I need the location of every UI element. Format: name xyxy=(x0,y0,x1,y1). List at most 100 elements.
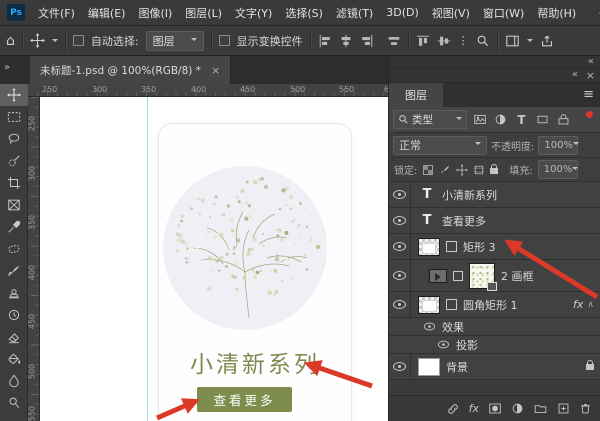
delete-layer-icon[interactable] xyxy=(579,402,592,415)
layer-row-frame[interactable]: 2 画框 xyxy=(389,260,600,292)
clone-stamp-tool[interactable] xyxy=(0,282,28,304)
layer-row-rect3[interactable]: 矩形 3 xyxy=(389,234,600,260)
new-adjustment-layer-icon[interactable] xyxy=(511,402,524,415)
panel-menu-icon[interactable]: ≡ xyxy=(583,87,594,102)
lock-transparent-pixels-icon[interactable] xyxy=(422,164,434,176)
opacity-dropdown[interactable]: 100% xyxy=(538,136,578,155)
link-layers-icon[interactable] xyxy=(446,402,460,416)
menu-help[interactable]: 帮助(H) xyxy=(537,5,576,21)
layer-row-background[interactable]: 背景 xyxy=(389,354,600,380)
panel-close-icon[interactable]: × xyxy=(586,69,595,82)
search-icon[interactable] xyxy=(476,34,490,48)
lock-position-icon[interactable] xyxy=(456,164,468,176)
eyedropper-tool[interactable] xyxy=(0,216,28,238)
menu-select[interactable]: 选择(S) xyxy=(285,5,323,21)
lock-all-icon[interactable] xyxy=(490,165,498,174)
auto-select-target-dropdown[interactable]: 图层 xyxy=(146,31,204,51)
move-tool-icon[interactable] xyxy=(30,33,45,48)
align-right-icon[interactable] xyxy=(360,34,374,48)
layer-row-text-2[interactable]: T 查看更多 xyxy=(389,208,600,234)
tab-close-icon[interactable]: × xyxy=(211,64,220,77)
move-presets-caret-icon[interactable] xyxy=(52,39,58,45)
layer-style-fx-icon[interactable]: fx xyxy=(469,402,479,415)
history-brush-tool[interactable] xyxy=(0,304,28,326)
align-top-icon[interactable] xyxy=(416,34,430,48)
visibility-toggle[interactable] xyxy=(389,292,411,317)
series-title-text: 小清新系列 xyxy=(158,345,352,379)
add-mask-icon[interactable] xyxy=(488,402,502,415)
layer-thumbnail[interactable] xyxy=(418,238,440,256)
menu-image[interactable]: 图像(I) xyxy=(138,5,172,21)
frame-thumbnail[interactable] xyxy=(429,269,447,283)
share-icon[interactable] xyxy=(540,34,554,48)
filter-toggle-indicator[interactable] xyxy=(586,111,593,118)
align-center-horizontal-icon[interactable] xyxy=(339,34,353,48)
align-middle-vertical-icon[interactable] xyxy=(437,34,451,48)
home-icon[interactable]: ⌂ xyxy=(6,34,15,48)
canvas-area[interactable]: 小清新系列 查看更多 xyxy=(40,97,388,421)
filter-type-dropdown[interactable]: 类型 xyxy=(393,110,467,129)
filter-type-layers-icon[interactable]: T xyxy=(513,113,530,127)
collapse-panels-icon[interactable]: « xyxy=(588,56,594,67)
frame-tool[interactable] xyxy=(0,194,28,216)
filter-smart-objects-icon[interactable] xyxy=(555,113,572,126)
blur-tool[interactable] xyxy=(0,370,28,392)
layer-row-text-1[interactable]: T 小清新系列 xyxy=(389,182,600,208)
menu-type[interactable]: 文字(Y) xyxy=(235,5,272,21)
visibility-toggle[interactable] xyxy=(389,182,411,207)
lasso-tool[interactable] xyxy=(0,128,28,150)
menu-edit[interactable]: 编辑(E) xyxy=(88,5,126,21)
menu-layer[interactable]: 图层(L) xyxy=(185,5,222,21)
blend-mode-dropdown[interactable]: 正常 xyxy=(393,136,487,155)
lock-artboard-icon[interactable] xyxy=(473,164,485,176)
new-group-icon[interactable] xyxy=(533,402,548,415)
layer-thumbnail[interactable] xyxy=(418,296,440,314)
fx-label[interactable]: fx xyxy=(573,298,583,311)
document-tab[interactable]: 未标题-1.psd @ 100%(RGB/8) * × xyxy=(30,56,231,84)
visibility-toggle[interactable] xyxy=(389,234,411,259)
eye-icon[interactable] xyxy=(424,323,435,331)
visibility-toggle[interactable] xyxy=(389,354,411,379)
menu-view[interactable]: 视图(V) xyxy=(432,5,470,21)
tab-layers[interactable]: 图层 xyxy=(389,83,443,107)
move-tool[interactable] xyxy=(0,84,28,106)
workspace-caret-icon[interactable] xyxy=(527,39,533,45)
menu-3d[interactable]: 3D(D) xyxy=(386,6,419,19)
drop-shadow-row[interactable]: 投影 xyxy=(389,336,600,354)
menu-filter[interactable]: 滤镜(T) xyxy=(336,5,373,21)
filter-adjustment-layers-icon[interactable] xyxy=(492,113,509,126)
toolbar-collapse-icon[interactable]: « xyxy=(5,62,10,73)
menu-file[interactable]: 文件(F) xyxy=(38,5,75,21)
more-options-dots-icon[interactable]: ⋮ xyxy=(458,35,469,46)
fill-dropdown[interactable]: 100% xyxy=(538,160,578,179)
brush-tool[interactable] xyxy=(0,260,28,282)
menu-window[interactable]: 窗口(W) xyxy=(483,5,524,21)
align-left-icon[interactable] xyxy=(318,34,332,48)
eye-icon[interactable] xyxy=(438,341,449,349)
paint-bucket-tool[interactable] xyxy=(0,348,28,370)
layer-row-rounded-rect[interactable]: 圆角矩形 1 fx ∧ xyxy=(389,292,600,318)
crop-tool[interactable] xyxy=(0,172,28,194)
fx-collapse-icon[interactable]: ∧ xyxy=(587,300,594,310)
show-transform-checkbox[interactable] xyxy=(219,35,230,46)
ruler-label: 350 xyxy=(28,209,37,237)
minimize-button[interactable]: — xyxy=(589,0,600,25)
collapse-group-icon[interactable]: « xyxy=(572,69,578,80)
healing-brush-tool[interactable] xyxy=(0,238,28,260)
effects-row[interactable]: 效果 xyxy=(389,318,600,336)
dodge-tool[interactable] xyxy=(0,392,28,414)
new-layer-icon[interactable] xyxy=(557,402,570,415)
visibility-toggle[interactable] xyxy=(389,260,411,291)
visibility-toggle[interactable] xyxy=(389,208,411,233)
workspace-switcher-icon[interactable] xyxy=(505,34,520,48)
background-thumbnail[interactable] xyxy=(418,358,440,376)
quick-selection-tool[interactable] xyxy=(0,150,28,172)
auto-select-checkbox[interactable] xyxy=(73,35,84,46)
frame-content-thumbnail[interactable] xyxy=(469,263,495,289)
eraser-tool[interactable] xyxy=(0,326,28,348)
distribute-horizontal-icon[interactable] xyxy=(387,34,401,48)
rectangular-marquee-tool[interactable] xyxy=(0,106,28,128)
filter-shape-layers-icon[interactable] xyxy=(534,113,551,126)
filter-pixel-layers-icon[interactable] xyxy=(471,113,488,126)
lock-image-pixels-icon[interactable] xyxy=(439,164,451,176)
